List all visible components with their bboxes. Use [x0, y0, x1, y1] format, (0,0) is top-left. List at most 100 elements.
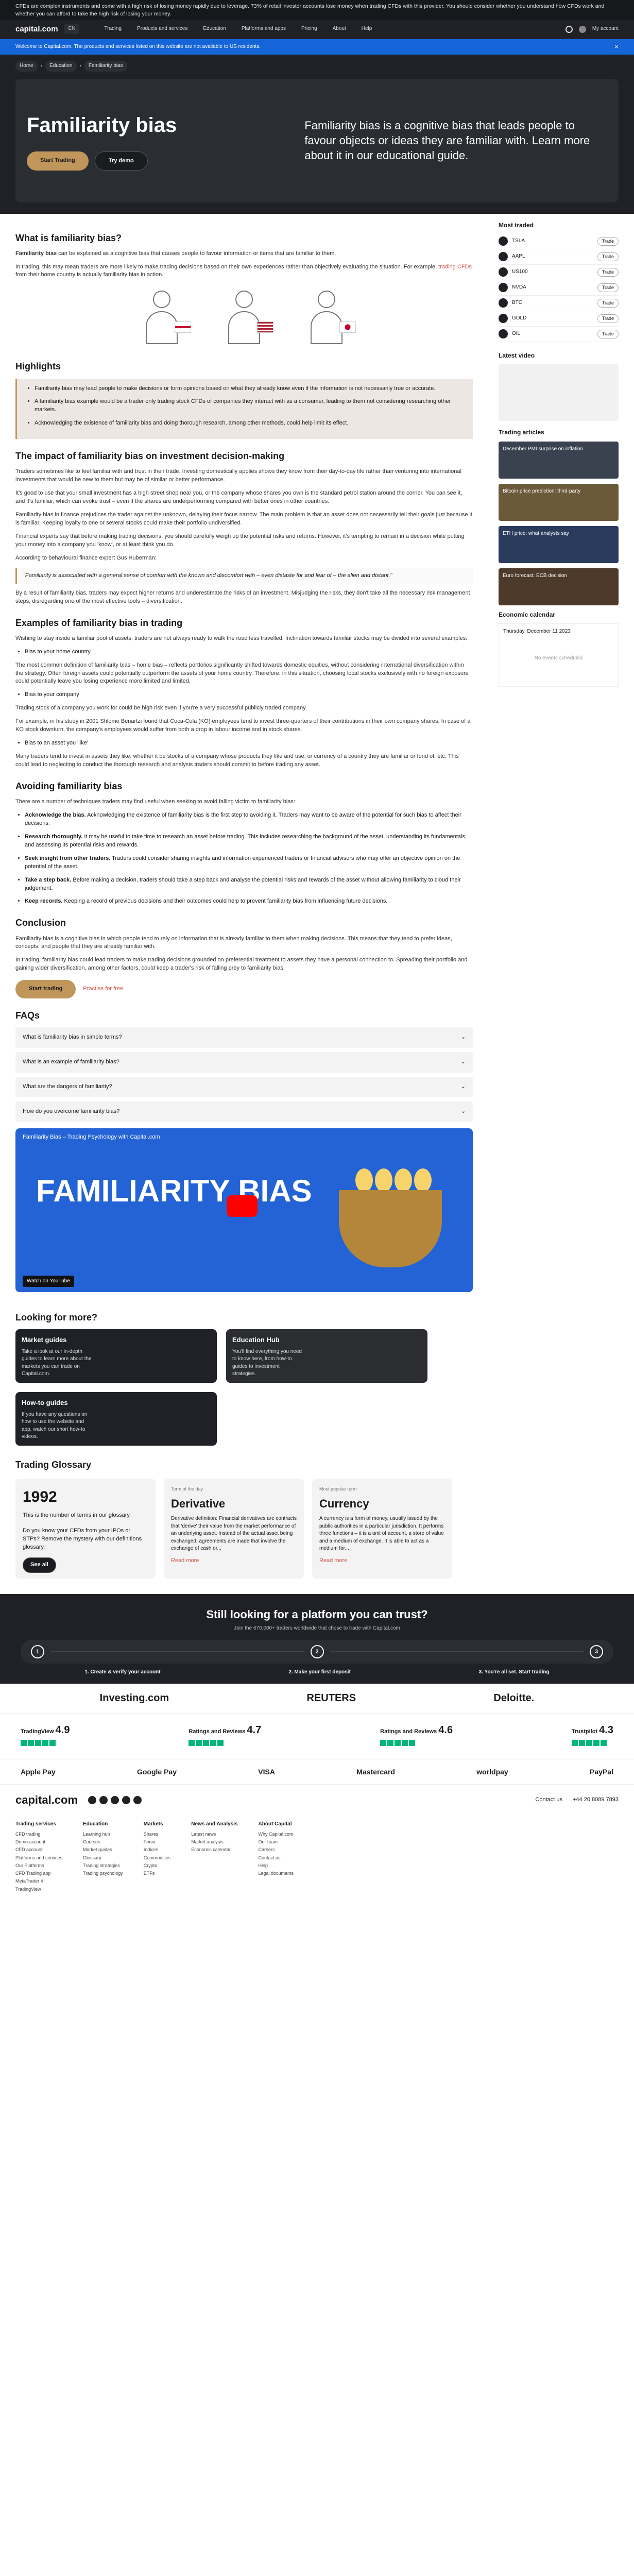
- market-row[interactable]: BTC Trade: [499, 296, 619, 311]
- search-icon[interactable]: [565, 25, 573, 33]
- footer-links: Trading services CFD trading Demo account C…: [15, 1821, 294, 1892]
- nav-products[interactable]: Products and services: [137, 25, 187, 33]
- user-icon[interactable]: [578, 25, 586, 33]
- term-bold: Familiarity bias: [15, 250, 57, 257]
- language-select[interactable]: EN: [64, 24, 80, 34]
- term-of-day-card[interactable]: Term of the day Derivative Derivative de…: [164, 1479, 304, 1579]
- google-pay-logo: Google Pay: [136, 1768, 177, 1776]
- intro-text: can be explained as a cognitive bias tha…: [58, 250, 336, 257]
- trade-button[interactable]: Trade: [597, 252, 619, 261]
- phone-number[interactable]: +44 20 8089 7893: [573, 1796, 619, 1804]
- heading-highlights: Highlights: [15, 361, 61, 372]
- read-more-link[interactable]: Read more: [319, 1557, 445, 1565]
- economic-calendar: Thursday, December 11 2023 No events sch…: [499, 623, 619, 687]
- try-demo-button[interactable]: Try demo: [94, 151, 148, 171]
- trade-button[interactable]: Trade: [597, 267, 619, 277]
- article-card[interactable]: Bitcoin price prediction: third-party: [499, 483, 619, 521]
- nav-platforms[interactable]: Platforms and apps: [242, 25, 286, 33]
- footer-top: capital.com Contact us +44 20 8089 7893: [0, 1785, 634, 1816]
- video-embed[interactable]: Familiarity Bias – Trading Psychology wi…: [15, 1128, 473, 1293]
- faq-item[interactable]: How do you overcome familiarity bias? ⌄: [15, 1101, 473, 1123]
- highlights-box: Familiarity bias may lead people to make…: [15, 378, 473, 439]
- market-row[interactable]: AAPL Trade: [499, 249, 619, 265]
- rating-badge[interactable]: Trustpilot 4.3: [571, 1723, 613, 1750]
- market-row[interactable]: NVDA Trade: [499, 280, 619, 296]
- market-row[interactable]: TSLA Trade: [499, 234, 619, 249]
- close-icon[interactable]: ×: [614, 42, 619, 52]
- heading-impact: The impact of familiarity bias on invest…: [15, 451, 285, 462]
- trade-button[interactable]: Trade: [597, 283, 619, 292]
- play-icon[interactable]: [227, 1195, 258, 1217]
- glossary-sub: Do you know your CFDs from your IPOs or …: [23, 1527, 142, 1550]
- trade-button[interactable]: Trade: [597, 298, 619, 308]
- chevron-down-icon: ⌄: [460, 1083, 466, 1090]
- asset-icon: [499, 298, 508, 308]
- paragraph: By a result of familiarity bias, traders…: [15, 589, 470, 604]
- my-account-link[interactable]: My account: [592, 25, 619, 33]
- example-bullet: Bias to your home country: [25, 648, 473, 656]
- article-card[interactable]: December PMI surprise on inflation: [499, 441, 619, 479]
- practise-link[interactable]: Practise for free: [83, 985, 123, 993]
- uk-flag-icon: [175, 321, 191, 333]
- paragraph: In trading, familiarity bias could lead …: [15, 957, 468, 972]
- heading-faq: FAQs: [15, 1010, 40, 1021]
- asset-icon: [499, 236, 508, 246]
- linkedin-icon[interactable]: [133, 1796, 142, 1805]
- trade-button[interactable]: Trade: [597, 314, 619, 323]
- faq-item[interactable]: What is an example of familiarity bias? ⌄: [15, 1052, 473, 1073]
- contact-link[interactable]: Contact us: [535, 1796, 562, 1804]
- logo[interactable]: capital.com: [15, 24, 58, 35]
- article-card[interactable]: Euro forecast: ECB decision: [499, 568, 619, 605]
- paragraph: In trading, this may mean traders are mo…: [15, 263, 437, 270]
- asset-icon: [499, 283, 508, 293]
- trade-button[interactable]: Trade: [597, 329, 619, 338]
- cfd-link[interactable]: trading CFDs: [438, 264, 472, 270]
- paragraph: There are a number of techniques traders…: [15, 799, 295, 805]
- faq-item[interactable]: What are the dangers of familiarity? ⌄: [15, 1077, 473, 1098]
- breadcrumb-education[interactable]: Education: [45, 61, 77, 72]
- faq-item[interactable]: What is familiarity bias in simple terms…: [15, 1027, 473, 1048]
- watch-on-youtube[interactable]: Watch on YouTube: [23, 1275, 74, 1287]
- article-card[interactable]: ETH price: what analysts say: [499, 526, 619, 563]
- market-guides-card[interactable]: Market guides Take a look at our in-depth…: [15, 1329, 217, 1383]
- trade-button[interactable]: Trade: [597, 236, 619, 246]
- glossary-count-card: 1992 This is the number of terms in our …: [15, 1479, 156, 1579]
- risk-warning: CFDs are complex instruments and come wi…: [0, 0, 634, 20]
- see-all-button[interactable]: See all: [23, 1557, 56, 1573]
- start-trading-button[interactable]: Start Trading: [27, 151, 89, 171]
- glossary-count-desc: This is the number of terms in our gloss…: [23, 1512, 131, 1518]
- footer-logo[interactable]: capital.com: [15, 1792, 78, 1808]
- instagram-icon[interactable]: [122, 1796, 131, 1805]
- main-nav: Trading Products and services Education …: [104, 25, 372, 33]
- nav-trading[interactable]: Trading: [104, 25, 122, 33]
- reuters-logo: REUTERS: [306, 1692, 356, 1704]
- nav-pricing[interactable]: Pricing: [301, 25, 317, 33]
- nav-help[interactable]: Help: [362, 25, 372, 33]
- how-to-guides-card[interactable]: How-to guides If you have any questions o…: [15, 1392, 217, 1446]
- rating-badge[interactable]: TradingView 4.9: [21, 1723, 70, 1750]
- nav-education[interactable]: Education: [203, 25, 226, 33]
- rating-badge[interactable]: Ratings and Reviews 4.6: [380, 1723, 453, 1750]
- nav-about[interactable]: About: [333, 25, 346, 33]
- start-trading-button[interactable]: Start trading: [15, 980, 76, 999]
- breadcrumb-home[interactable]: Home: [15, 61, 38, 72]
- japan-flag-icon: [339, 321, 356, 333]
- paragraph: Wishing to stay inside a familiar pool o…: [15, 635, 468, 641]
- press-logos: Investing.com REUTERS Deloitte.: [0, 1684, 634, 1714]
- popular-term-card[interactable]: Most popular term Currency A currency is…: [312, 1479, 452, 1579]
- eggs-illustration: [355, 1168, 432, 1193]
- rating-badge[interactable]: Ratings and Reviews 4.7: [189, 1723, 261, 1750]
- market-row[interactable]: GOLD Trade: [499, 311, 619, 327]
- market-row[interactable]: OIL Trade: [499, 327, 619, 342]
- market-row[interactable]: US100 Trade: [499, 265, 619, 280]
- visa-logo: VISA: [258, 1768, 275, 1776]
- paragraph: Familiarity bias is a cognitive bias in …: [15, 935, 452, 950]
- avoid-item: Acknowledge the bias. Acknowledging the …: [25, 811, 473, 828]
- example-bullet: Bias to your company: [25, 691, 473, 699]
- education-hub-card[interactable]: Education Hub You'll find everything you …: [226, 1329, 427, 1383]
- youtube-icon[interactable]: [111, 1796, 119, 1805]
- facebook-icon[interactable]: [88, 1796, 97, 1805]
- read-more-link[interactable]: Read more: [171, 1557, 297, 1565]
- twitter-icon[interactable]: [99, 1796, 108, 1805]
- latest-video-card[interactable]: [499, 364, 619, 421]
